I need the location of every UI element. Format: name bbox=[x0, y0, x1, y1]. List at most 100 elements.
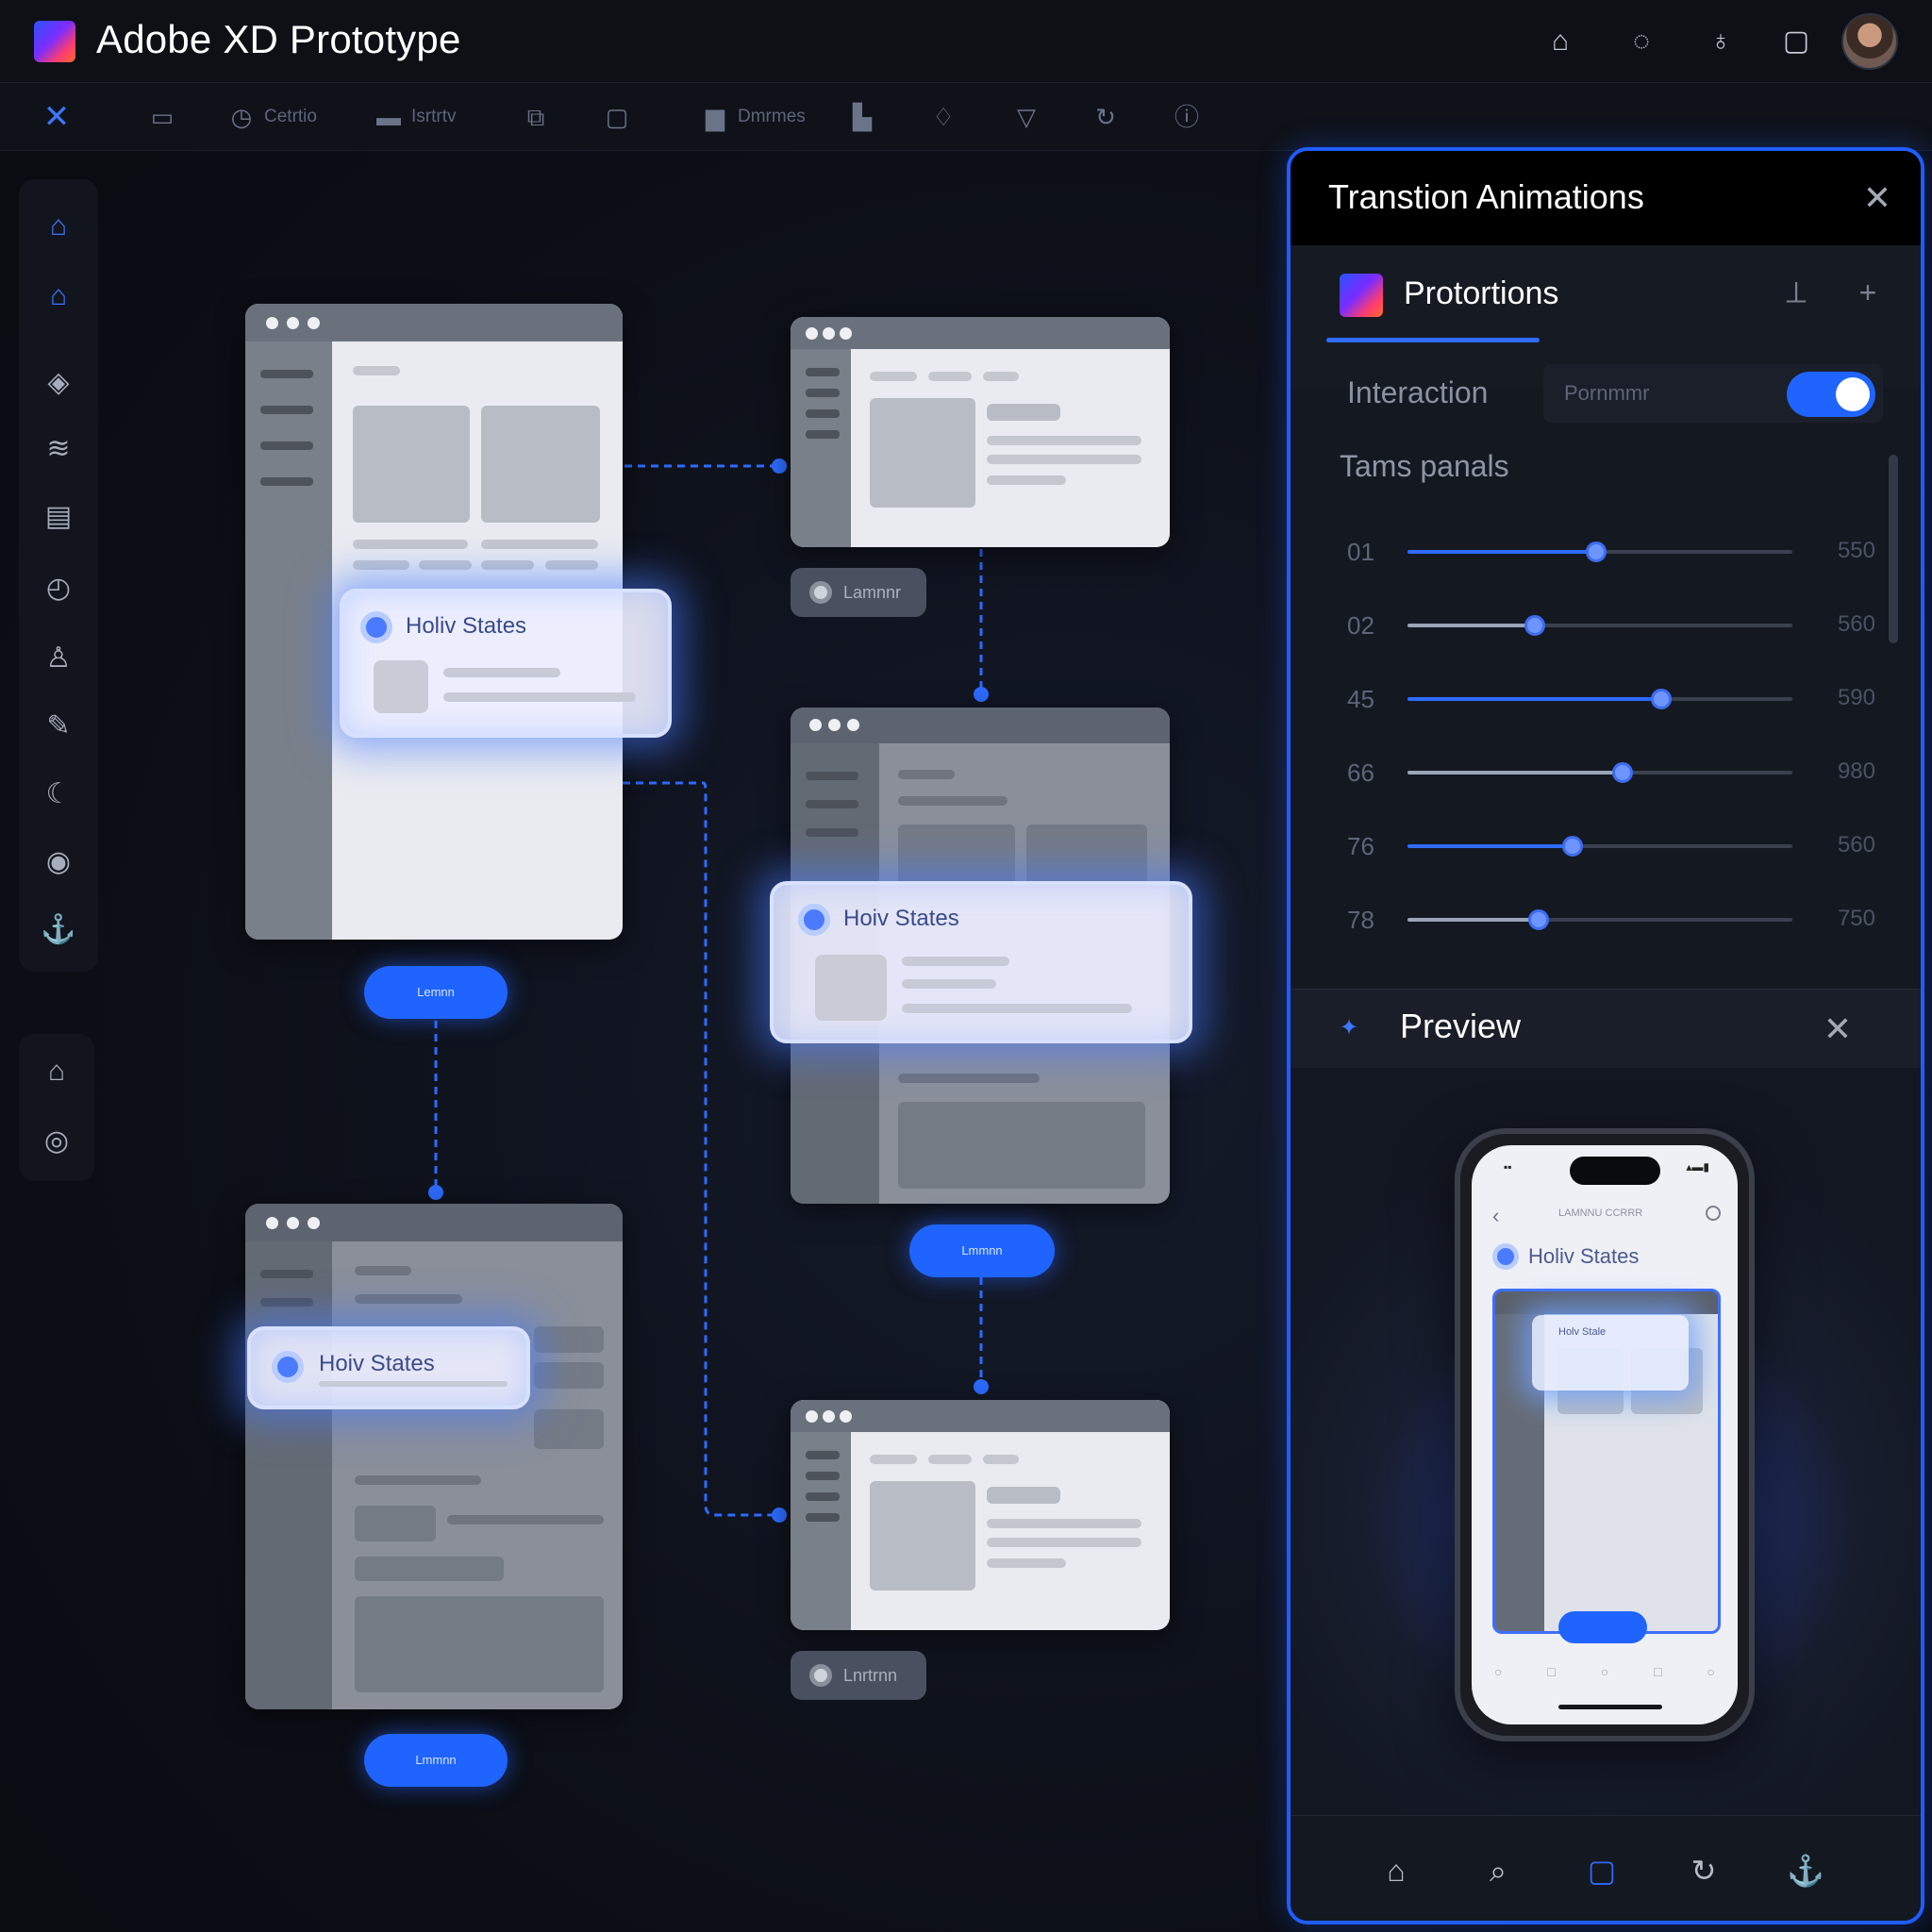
state-icon bbox=[798, 904, 830, 936]
home-icon[interactable]: ⌂ bbox=[1375, 1850, 1417, 1891]
slider-thumb[interactable] bbox=[1562, 836, 1584, 857]
slider-thumb[interactable] bbox=[1527, 909, 1549, 930]
slider-track[interactable] bbox=[1407, 615, 1792, 636]
square-icon[interactable]: □ bbox=[1654, 1664, 1661, 1687]
anchor-icon[interactable]: ⚓ bbox=[1785, 1850, 1826, 1891]
square-icon[interactable]: ▢ bbox=[1581, 1850, 1623, 1891]
preview-area: ▪▪ ▴▬▮ ‹ LAMNNU CCRRR Holiv States Holv … bbox=[1291, 1068, 1921, 1823]
trigger-button[interactable]: Lmmnn bbox=[364, 1734, 508, 1787]
slider-thumb[interactable] bbox=[1612, 762, 1634, 783]
preview-title: Preview bbox=[1400, 1007, 1522, 1045]
avatar[interactable] bbox=[1841, 13, 1898, 70]
slider-track[interactable] bbox=[1407, 836, 1792, 857]
settings-icon[interactable]: ▢ bbox=[1777, 23, 1815, 60]
slider-track[interactable] bbox=[1407, 762, 1792, 783]
slider-track[interactable] bbox=[1407, 541, 1792, 562]
xd-logo-icon bbox=[1340, 274, 1383, 317]
dynamic-island bbox=[1570, 1157, 1660, 1185]
hover-state-card[interactable]: Hoiv States bbox=[770, 881, 1192, 1043]
tool-square[interactable]: ▢ bbox=[602, 98, 632, 136]
info-icon: ⓘ bbox=[1174, 103, 1199, 131]
phone-button[interactable] bbox=[1558, 1611, 1647, 1643]
eye-icon[interactable]: ◉ bbox=[40, 843, 77, 881]
tag-icon[interactable]: ⌂ bbox=[38, 1053, 75, 1091]
slider-track[interactable] bbox=[1407, 909, 1792, 930]
clock-icon[interactable]: ◴ bbox=[40, 570, 77, 608]
bell-icon[interactable]: ♁ bbox=[1702, 23, 1740, 60]
home-icon[interactable]: ○ bbox=[1494, 1664, 1502, 1687]
tool-info[interactable]: ⓘ bbox=[1172, 98, 1202, 136]
slider-number: 78 bbox=[1347, 906, 1374, 934]
tool-clock[interactable]: ◷ Cetrtio bbox=[226, 98, 317, 136]
home-icon[interactable]: ⌂ bbox=[40, 208, 77, 245]
interaction-toggle[interactable] bbox=[1787, 372, 1875, 417]
refresh-icon[interactable]: ↻ bbox=[1683, 1850, 1724, 1891]
shape-icon[interactable]: ◈ bbox=[40, 364, 77, 402]
user-icon[interactable]: ♙ bbox=[40, 640, 77, 677]
slider-track[interactable] bbox=[1407, 689, 1792, 709]
tool-bell[interactable]: ♢ bbox=[928, 98, 958, 136]
close-icon[interactable]: ✕ bbox=[1858, 179, 1896, 217]
add-icon[interactable]: + bbox=[1849, 274, 1887, 311]
tool-layers[interactable]: ▭ bbox=[147, 98, 177, 136]
pin-icon[interactable]: ⟂ bbox=[1777, 274, 1815, 311]
clock-icon: ◷ bbox=[230, 103, 253, 131]
moon-icon[interactable]: ☾ bbox=[40, 775, 77, 813]
tool-refresh[interactable]: ↻ bbox=[1091, 98, 1121, 136]
state-label: Hoiv States bbox=[843, 906, 959, 931]
tool-copy[interactable]: ⧉ bbox=[521, 98, 551, 136]
phone-card-label: Holv Stale bbox=[1558, 1326, 1607, 1338]
pen-icon[interactable]: ✎ bbox=[40, 708, 77, 745]
stack-icon[interactable]: ≋ bbox=[40, 430, 77, 468]
slider-thumb[interactable] bbox=[1524, 615, 1545, 636]
slider-thumb[interactable] bbox=[1585, 541, 1607, 562]
close-icon[interactable]: ✕ bbox=[1819, 1010, 1857, 1048]
close-button[interactable]: ✕ bbox=[42, 98, 72, 136]
tool-screen[interactable]: ▬ Isrtrtv bbox=[374, 98, 457, 136]
artboard-summary[interactable] bbox=[791, 1400, 1170, 1630]
status-time: ▪▪ bbox=[1504, 1160, 1512, 1174]
house-outline-icon[interactable]: ⌂ bbox=[40, 277, 77, 315]
phone-screen: ▪▪ ▴▬▮ ‹ LAMNNU CCRRR Holiv States Holv … bbox=[1472, 1145, 1738, 1724]
hover-state-card[interactable]: Holiv States bbox=[340, 589, 672, 738]
slider-fill bbox=[1407, 844, 1574, 848]
circle-icon[interactable]: ○ bbox=[1707, 1664, 1715, 1687]
phone-mockup[interactable]: ▪▪ ▴▬▮ ‹ LAMNNU CCRRR Holiv States Holv … bbox=[1455, 1128, 1755, 1741]
artboard-form[interactable] bbox=[245, 1204, 623, 1709]
section-title[interactable]: Protortions bbox=[1404, 275, 1558, 312]
trigger-button[interactable]: Lmmnn bbox=[909, 1224, 1055, 1277]
home-icon[interactable]: ⌂ bbox=[1541, 23, 1579, 60]
more-icon[interactable] bbox=[1706, 1206, 1721, 1221]
tag-dot-icon bbox=[809, 581, 832, 604]
anchor-icon[interactable]: ⚓ bbox=[40, 911, 77, 949]
interaction-tag[interactable]: Lamnnr bbox=[791, 568, 926, 617]
phone-hover-card[interactable]: Holv Stale bbox=[1532, 1315, 1689, 1391]
tool-shield[interactable]: ▽ bbox=[1011, 98, 1041, 136]
interaction-tag[interactable]: Lnrtrnn bbox=[791, 1651, 926, 1700]
window-icon[interactable]: ▤ bbox=[40, 498, 77, 536]
trigger-button[interactable]: Lemnn bbox=[364, 966, 508, 1019]
slider-row: 76 560 bbox=[1347, 826, 1875, 864]
slider-max: 590 bbox=[1837, 685, 1875, 710]
circle-icon[interactable]: ○ bbox=[1601, 1664, 1608, 1687]
slider-fill bbox=[1407, 918, 1539, 922]
folder-icon: ▆ bbox=[706, 103, 724, 131]
slider-number: 76 bbox=[1347, 832, 1374, 860]
tool-chart[interactable]: ▙ bbox=[847, 98, 877, 136]
home-indicator bbox=[1558, 1705, 1662, 1709]
back-icon[interactable]: ‹ bbox=[1492, 1204, 1499, 1228]
tool-label: Dmrmes bbox=[738, 107, 806, 126]
tool-folder[interactable]: ▆ Dmrmes bbox=[700, 98, 806, 136]
app-window: Adobe XD Prototype ⌂ ◌ ♁ ▢ ✕ ▭ ◷ Cetrtio … bbox=[0, 0, 1932, 1932]
hover-state-card[interactable]: Hoiv States bbox=[247, 1326, 530, 1409]
view-icon[interactable]: ◎ bbox=[38, 1123, 75, 1160]
square-icon[interactable]: □ bbox=[1547, 1664, 1555, 1687]
chat-icon[interactable]: ◌ bbox=[1623, 23, 1660, 60]
toggle-knob bbox=[1836, 377, 1870, 411]
scrollbar[interactable] bbox=[1889, 455, 1898, 643]
artboard-detail[interactable] bbox=[791, 317, 1170, 547]
search-icon[interactable]: ⌕ bbox=[1477, 1850, 1519, 1891]
slider-thumb[interactable] bbox=[1651, 689, 1673, 709]
slider-fill bbox=[1407, 771, 1624, 774]
chart-icon: ▙ bbox=[853, 103, 872, 131]
